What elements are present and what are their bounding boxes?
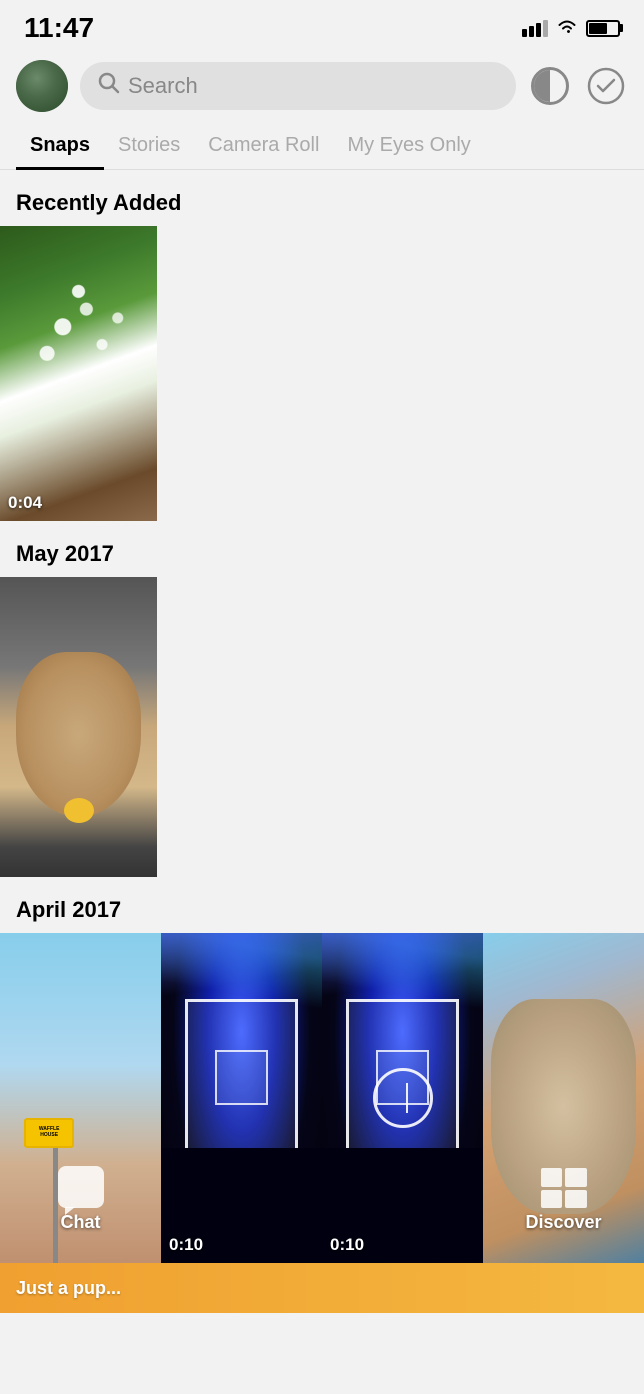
signal-bars-icon (522, 19, 548, 37)
dog-image (0, 577, 157, 877)
snap-duration-1: 0:04 (8, 493, 42, 513)
concert-stage (185, 999, 298, 1164)
snap-duration-4: 0:10 (169, 1235, 203, 1255)
waffle-house-image: WAFFLEHOUSE Chat (0, 933, 161, 1263)
camera-circle-icon (373, 1068, 433, 1128)
snap-duration-5: 0:10 (330, 1235, 364, 1255)
section-april-2017: April 2017 (0, 877, 644, 933)
just-pup-text: Just a pup... (16, 1278, 121, 1299)
circle-half-button[interactable] (528, 64, 572, 108)
chat-label[interactable]: Chat (61, 1212, 101, 1233)
section-recently-added: Recently Added (0, 170, 644, 226)
plant-flowers (0, 256, 157, 433)
chat-button-area: Chat (58, 1166, 104, 1233)
status-icons (522, 17, 620, 40)
status-time: 11:47 (24, 12, 94, 44)
wh-text: WAFFLEHOUSE (39, 1127, 60, 1138)
snap-dog[interactable] (0, 577, 157, 877)
search-placeholder: Search (128, 73, 198, 99)
discover-icon (540, 1168, 586, 1208)
top-nav: Search (0, 52, 644, 124)
search-bar[interactable]: Search (80, 62, 516, 110)
check-icon (587, 67, 625, 105)
tab-my-eyes-only[interactable]: My Eyes Only (333, 124, 484, 169)
check-button[interactable] (584, 64, 628, 108)
dog-body (16, 652, 142, 817)
search-icon (98, 72, 120, 100)
snap-plant[interactable]: 0:04 (0, 226, 157, 521)
snap-concert-1[interactable]: 0:10 (161, 933, 322, 1263)
concert2-image: 0:10 (322, 933, 483, 1263)
dog-toy (64, 798, 94, 823)
recently-added-grid: 0:04 (0, 226, 644, 521)
camera-half (406, 1083, 408, 1113)
snap-waffle-house[interactable]: WAFFLEHOUSE Chat (0, 933, 161, 1263)
section-may-2017: May 2017 (0, 521, 644, 577)
tab-snaps[interactable]: Snaps (16, 124, 104, 170)
discover-button-area: Discover (525, 1168, 601, 1233)
avatar-image (16, 60, 68, 112)
concert-inner (215, 1050, 268, 1106)
discover-label[interactable]: Discover (525, 1212, 601, 1233)
chat-icon (58, 1166, 104, 1208)
april-2017-grid: WAFFLEHOUSE Chat 0:10 (0, 933, 644, 1263)
may-2017-grid (0, 577, 644, 877)
wh-sign: WAFFLEHOUSE (24, 1118, 74, 1148)
snap-dog-2[interactable]: Discover (483, 933, 644, 1263)
status-bar: 11:47 (0, 0, 644, 52)
battery-icon (586, 20, 620, 37)
dog2-image: Discover (483, 933, 644, 1263)
concert1-image: 0:10 (161, 933, 322, 1263)
plant-image (0, 226, 157, 521)
wifi-icon (556, 17, 578, 40)
snap-concert-2[interactable]: 0:10 (322, 933, 483, 1263)
just-pup-banner: Just a pup... (0, 1263, 644, 1313)
avatar[interactable] (16, 60, 68, 112)
tab-stories[interactable]: Stories (104, 124, 194, 169)
content: Recently Added 0:04 May 2017 April 2017 … (0, 170, 644, 1313)
tab-camera-roll[interactable]: Camera Roll (194, 124, 333, 169)
tabs: Snaps Stories Camera Roll My Eyes Only (0, 124, 644, 170)
circle-half-icon (531, 67, 569, 105)
